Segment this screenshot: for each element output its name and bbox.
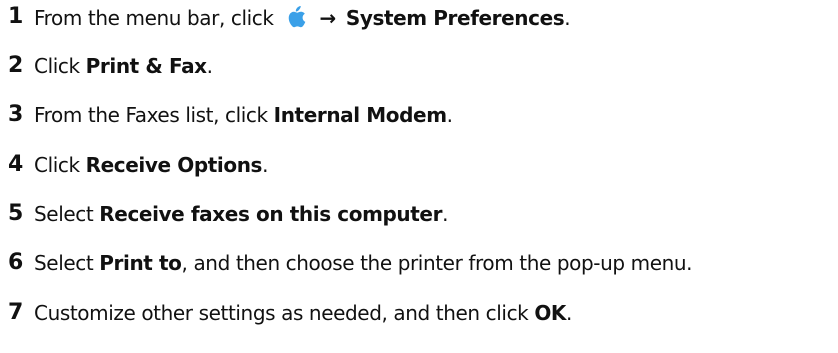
step-text-bold: Receive Options xyxy=(85,153,263,177)
step-text-before: From the Faxes list, click xyxy=(34,103,268,127)
step-text-bold: OK xyxy=(534,301,567,325)
step-number: 7 xyxy=(8,300,24,325)
arrow-icon: → xyxy=(319,6,337,30)
step-6: 6 Select Print to, and then choose the p… xyxy=(0,246,693,280)
step-text-before: Click xyxy=(34,54,80,78)
step-text-before: From the menu bar, click xyxy=(34,6,274,30)
step-text: From the menu bar, click → System Prefer… xyxy=(34,6,571,30)
step-4: 4 Click Receive Options. xyxy=(0,148,268,182)
step-text-before: Select xyxy=(34,251,94,275)
step-text-bold: Print & Fax xyxy=(85,54,207,78)
step-number: 6 xyxy=(8,250,24,275)
step-text: From the Faxes list, click Internal Mode… xyxy=(34,105,453,125)
step-number: 5 xyxy=(8,201,24,226)
step-1: 1 From the menu bar, click → System Pref… xyxy=(0,0,571,34)
step-number: 4 xyxy=(8,152,24,177)
step-text: Select Print to, and then choose the pri… xyxy=(34,251,693,275)
step-text-before: Select xyxy=(34,202,94,226)
step-7: 7 Customize other settings as needed, an… xyxy=(0,296,572,330)
step-text: Click Print & Fax. xyxy=(34,56,213,76)
step-number: 3 xyxy=(8,102,24,127)
step-number: 1 xyxy=(8,4,24,29)
step-5: 5 Select Receive faxes on this computer. xyxy=(0,197,448,231)
step-text-after: . xyxy=(206,54,213,78)
step-text-before: Customize other settings as needed, and … xyxy=(34,301,529,325)
step-text-after: . xyxy=(564,6,571,30)
step-text-after: . xyxy=(442,202,449,226)
step-text-after: , and then choose the printer from the p… xyxy=(181,251,693,275)
step-text: Click Receive Options. xyxy=(34,155,268,175)
step-text-bold: Receive faxes on this computer xyxy=(99,202,443,226)
step-number: 2 xyxy=(8,53,24,78)
step-text-bold: Print to xyxy=(99,251,182,275)
step-text: Customize other settings as needed, and … xyxy=(34,303,572,323)
step-text-after: . xyxy=(566,301,572,325)
step-text-bold: Internal Modem xyxy=(273,103,447,127)
step-text-after: . xyxy=(262,153,269,177)
step-2: 2 Click Print & Fax. xyxy=(0,49,213,83)
apple-icon xyxy=(288,6,305,28)
step-3: 3 From the Faxes list, click Internal Mo… xyxy=(0,98,453,132)
step-text-bold: System Preferences xyxy=(345,6,565,30)
step-text-after: . xyxy=(446,103,453,127)
step-text-before: Click xyxy=(34,153,80,177)
step-text: Select Receive faxes on this computer. xyxy=(34,204,448,224)
